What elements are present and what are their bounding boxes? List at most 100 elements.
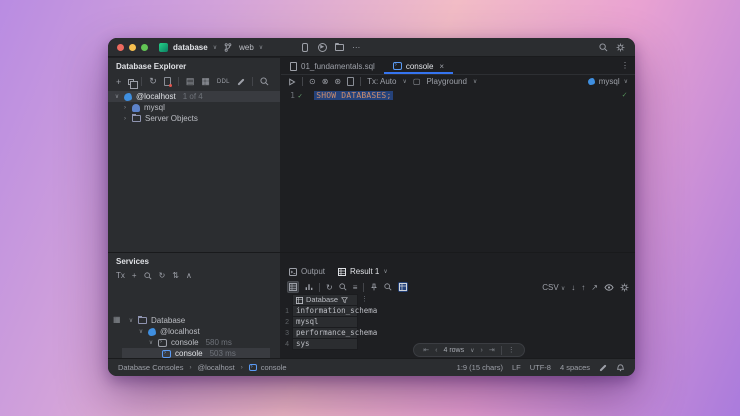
branch-selector[interactable]: web [239,43,254,52]
column-options-icon[interactable]: ⋮ [361,294,368,306]
export-format-select[interactable]: CSV ∨ [542,283,565,292]
refresh-icon[interactable]: ↻ [326,283,333,292]
compare-icon[interactable]: ≡ [353,283,358,292]
cell-database-name[interactable]: performance_schema [292,328,377,339]
open-in-editor-icon[interactable]: ↗ [591,283,598,292]
schema-view-icon[interactable]: ▦ [201,76,210,87]
import-data-icon[interactable]: ↑ [581,283,585,292]
line-separator-widget[interactable]: LF [512,363,521,372]
tab-output[interactable]: Output [289,267,325,276]
search-icon[interactable] [384,283,392,291]
run-icon[interactable] [288,77,296,86]
tree-item-console-file[interactable]: ∨ console 580 ms [122,337,280,348]
ddl-icon[interactable]: DDL [217,79,230,85]
breadcrumb-console[interactable]: console [261,363,287,372]
caret-position-widget[interactable]: 1:9 (15 chars) [457,363,503,372]
settings-gear-icon[interactable] [620,283,629,292]
column-header-database[interactable]: Database [292,294,358,306]
tree-item-mysql[interactable]: › mysql [108,102,280,113]
cell-database-name[interactable]: sys [292,339,358,350]
cell-database-name[interactable]: mysql [292,317,358,328]
project-folder-icon[interactable] [333,42,345,51]
refresh-icon[interactable]: ↻ [159,271,166,280]
new-datasource-icon[interactable]: + [116,77,121,87]
stop-icon[interactable]: ⊙ [309,77,316,86]
code-line[interactable]: 1 ✓ SHOW DATABASES; [281,91,394,100]
search-icon[interactable] [260,77,269,86]
tab-01-fundamentals[interactable]: 01_fundamentals.sql [281,58,384,74]
tab-result-1[interactable]: Result 1 ∨ [338,267,388,276]
cancel-icon[interactable]: ⊗ [322,77,329,86]
run-widget-icon[interactable]: ▶ [316,42,328,52]
notifications-bell-icon[interactable] [616,363,625,372]
view-options-eye-icon[interactable] [604,283,614,291]
grid-row[interactable]: 4 sys [283,339,368,350]
services-rail-icon[interactable]: ▦ [113,315,121,324]
grid-row[interactable]: 2 mysql [283,317,368,328]
expand-all-icon[interactable]: ⇅ [172,271,179,280]
search-icon[interactable] [143,271,152,280]
first-page-icon[interactable]: ⇤ [423,346,429,354]
tab-console[interactable]: console × [384,58,453,74]
chevron-down-icon[interactable]: ∨ [148,339,154,346]
tree-item-localhost[interactable]: ∨ @localhost 1 of 4 [108,91,280,102]
chevron-down-icon[interactable]: ∨ [138,328,144,335]
dialect-selector[interactable]: mysql ∨ [587,77,628,86]
search-everywhere-icon[interactable] [597,42,609,52]
project-selector[interactable]: database [173,43,208,52]
tree-item-server-objects[interactable]: › Server Objects [108,113,280,124]
chevron-down-icon[interactable]: ∨ [128,317,134,324]
indent-widget[interactable]: 4 spaces [560,363,590,372]
more-actions-icon[interactable]: ⋯ [350,43,362,52]
tab-options-icon[interactable]: ⋮ [621,61,629,70]
close-window-button[interactable] [117,43,124,51]
chevron-right-icon[interactable]: › [122,116,128,122]
console-icon [392,61,402,70]
export-data-icon[interactable]: ↓ [571,283,575,292]
sql-statement[interactable]: SHOW DATABASES; [314,91,394,100]
fullscreen-window-button[interactable] [141,43,148,51]
last-page-icon[interactable]: ⇥ [489,346,495,354]
tree-item-localhost-session[interactable]: ∨ @localhost [122,326,280,337]
datasource-properties-icon[interactable] [163,77,172,87]
breadcrumb-database-consoles[interactable]: Database Consoles [118,363,183,372]
toolbar-separator [363,282,365,292]
find-in-grid-icon[interactable] [339,283,347,291]
pager-more-icon[interactable]: ⋮ [508,346,515,354]
close-tab-icon[interactable]: × [439,62,444,71]
pin-tab-icon[interactable] [370,283,378,291]
chevron-down-icon[interactable]: ∨ [114,93,120,100]
breadcrumb-localhost[interactable]: @localhost [197,363,234,372]
refresh-icon[interactable]: ↻ [149,76,157,87]
in-editor-results-icon[interactable] [398,282,409,292]
grid-row[interactable]: 3 performance_schema [283,328,377,339]
grid-view-icon[interactable] [287,281,299,293]
code-editor[interactable]: 1 ✓ SHOW DATABASES; ✓ [281,88,635,252]
minimize-window-button[interactable] [129,43,136,51]
duplicate-icon[interactable] [128,78,139,89]
inspection-ok-icon[interactable]: ✓ [622,90,627,99]
grid-row[interactable]: 1 information_schema [283,306,377,317]
collapse-all-icon[interactable]: ∧ [186,271,192,280]
new-console-icon[interactable] [347,77,355,86]
table-view-icon[interactable]: ▤ [186,76,195,87]
device-icon[interactable] [299,42,311,52]
stop-square-icon[interactable]: ▢ [413,77,421,86]
encoding-widget[interactable]: UTF-8 [530,363,551,372]
next-page-icon[interactable]: › [481,347,483,354]
add-service-icon[interactable]: + [132,271,137,280]
page-size-select[interactable]: 4 rows [443,347,464,354]
chevron-right-icon[interactable]: › [122,105,128,111]
tx-mode-select[interactable]: Tx: Auto [367,77,396,86]
tree-item-database[interactable]: ∨ Database [122,315,280,326]
previous-page-icon[interactable]: ‹ [435,347,437,354]
edit-icon[interactable] [237,77,245,86]
write-access-pen-icon[interactable] [599,363,607,372]
settings-gear-icon[interactable] [614,43,626,52]
tx-icon[interactable]: Tx [116,271,125,280]
execution-settings-icon[interactable]: ⊛ [334,77,341,86]
playground-mode-select[interactable]: Playground [426,77,466,86]
chart-view-icon[interactable] [305,283,313,291]
database-explorer-panel: Database Explorer + ↻ ▤ ▦ DDL ∨ @localho… [108,58,280,252]
cell-database-name[interactable]: information_schema [292,306,377,317]
